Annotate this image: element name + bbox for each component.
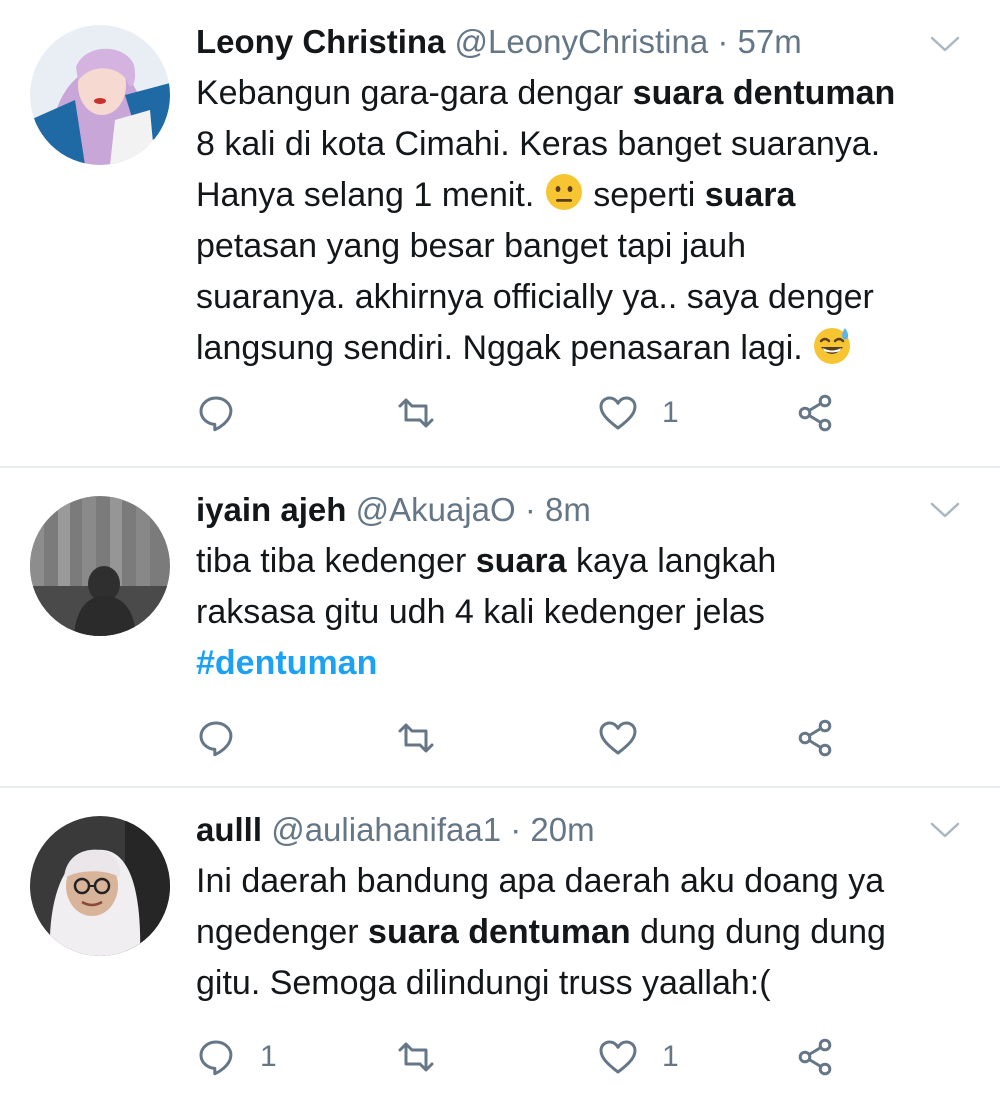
share-icon <box>796 718 836 758</box>
tweet-header: aulll @auliahanifaa1 · 20m <box>196 808 960 852</box>
share-button[interactable] <box>796 1032 836 1082</box>
display-name[interactable]: Leony Christina <box>196 23 445 60</box>
reply-button[interactable] <box>196 388 260 438</box>
timestamp[interactable]: 20m <box>530 811 594 848</box>
heart-icon <box>598 393 638 433</box>
tweet-text: Ini daerah bandung apa daerah aku doang … <box>196 856 960 1009</box>
retweet-button[interactable] <box>396 713 460 763</box>
like-count: 1 <box>662 396 679 429</box>
like-button[interactable] <box>598 713 662 763</box>
text-segment: petasan yang besar banget tapi jauh suar… <box>196 227 874 367</box>
share-button[interactable] <box>796 388 836 438</box>
highlighted-term: suara dentuman <box>632 74 896 112</box>
neutral-face-icon <box>544 172 584 212</box>
reply-count: 1 <box>260 1040 277 1073</box>
timestamp[interactable]: 8m <box>545 491 591 528</box>
avatar[interactable] <box>30 25 170 165</box>
heart-icon <box>598 1037 638 1077</box>
like-button[interactable]: 1 <box>598 388 679 438</box>
share-icon <box>796 1037 836 1077</box>
tweet-text: Kebangun gara-gara dengar suara dentuman… <box>196 68 960 374</box>
tweet-header: Leony Christina @LeonyChristina · 57m <box>196 20 960 64</box>
reply-button[interactable]: 1 <box>196 1032 277 1082</box>
reply-icon <box>196 718 236 758</box>
username[interactable]: @LeonyChristina <box>455 23 709 60</box>
share-icon <box>796 393 836 433</box>
text-segment: Kebangun gara-gara dengar <box>196 74 633 112</box>
timestamp[interactable]: 57m <box>738 23 802 60</box>
text-segment: seperti <box>583 176 705 214</box>
separator: · <box>524 491 536 528</box>
reply-icon <box>196 1037 236 1077</box>
retweet-button[interactable] <box>396 1032 460 1082</box>
display-name[interactable]: iyain ajeh <box>196 491 346 528</box>
tweet-actions: 1 <box>196 388 960 438</box>
highlighted-term: suara <box>704 176 796 214</box>
avatar[interactable] <box>30 496 170 636</box>
chevron-down-icon[interactable] <box>930 500 960 520</box>
retweet-button[interactable] <box>396 388 460 438</box>
text-segment: tiba tiba kedenger <box>196 542 476 580</box>
tweet[interactable]: Leony Christina @LeonyChristina · 57m Ke… <box>0 0 1000 468</box>
grinning-sweat-face-icon <box>812 325 852 365</box>
like-button[interactable]: 1 <box>598 1032 679 1082</box>
separator: · <box>717 23 729 60</box>
display-name[interactable]: aulll <box>196 811 262 848</box>
username[interactable]: @auliahanifaa1 <box>271 811 501 848</box>
tweet-actions <box>196 713 960 763</box>
share-button[interactable] <box>796 713 836 763</box>
highlighted-term: suara dentuman <box>368 913 631 951</box>
hashtag-link[interactable]: #dentuman <box>196 644 377 682</box>
tweet-text: tiba tiba kedenger suara kaya langkah ra… <box>196 536 960 689</box>
tweet-header: iyain ajeh @AkuajaO · 8m <box>196 488 960 532</box>
avatar[interactable] <box>30 816 170 956</box>
reply-icon <box>196 393 236 433</box>
like-count: 1 <box>662 1040 679 1073</box>
separator: · <box>510 811 522 848</box>
chevron-down-icon[interactable] <box>930 34 960 54</box>
retweet-icon <box>396 718 436 758</box>
chevron-down-icon[interactable] <box>930 820 960 840</box>
retweet-icon <box>396 393 436 433</box>
retweet-icon <box>396 1037 436 1077</box>
username[interactable]: @AkuajaO <box>356 491 516 528</box>
tweet-actions: 1 1 <box>196 1032 960 1082</box>
heart-icon <box>598 718 638 758</box>
reply-button[interactable] <box>196 713 260 763</box>
highlighted-term: suara <box>475 542 567 580</box>
